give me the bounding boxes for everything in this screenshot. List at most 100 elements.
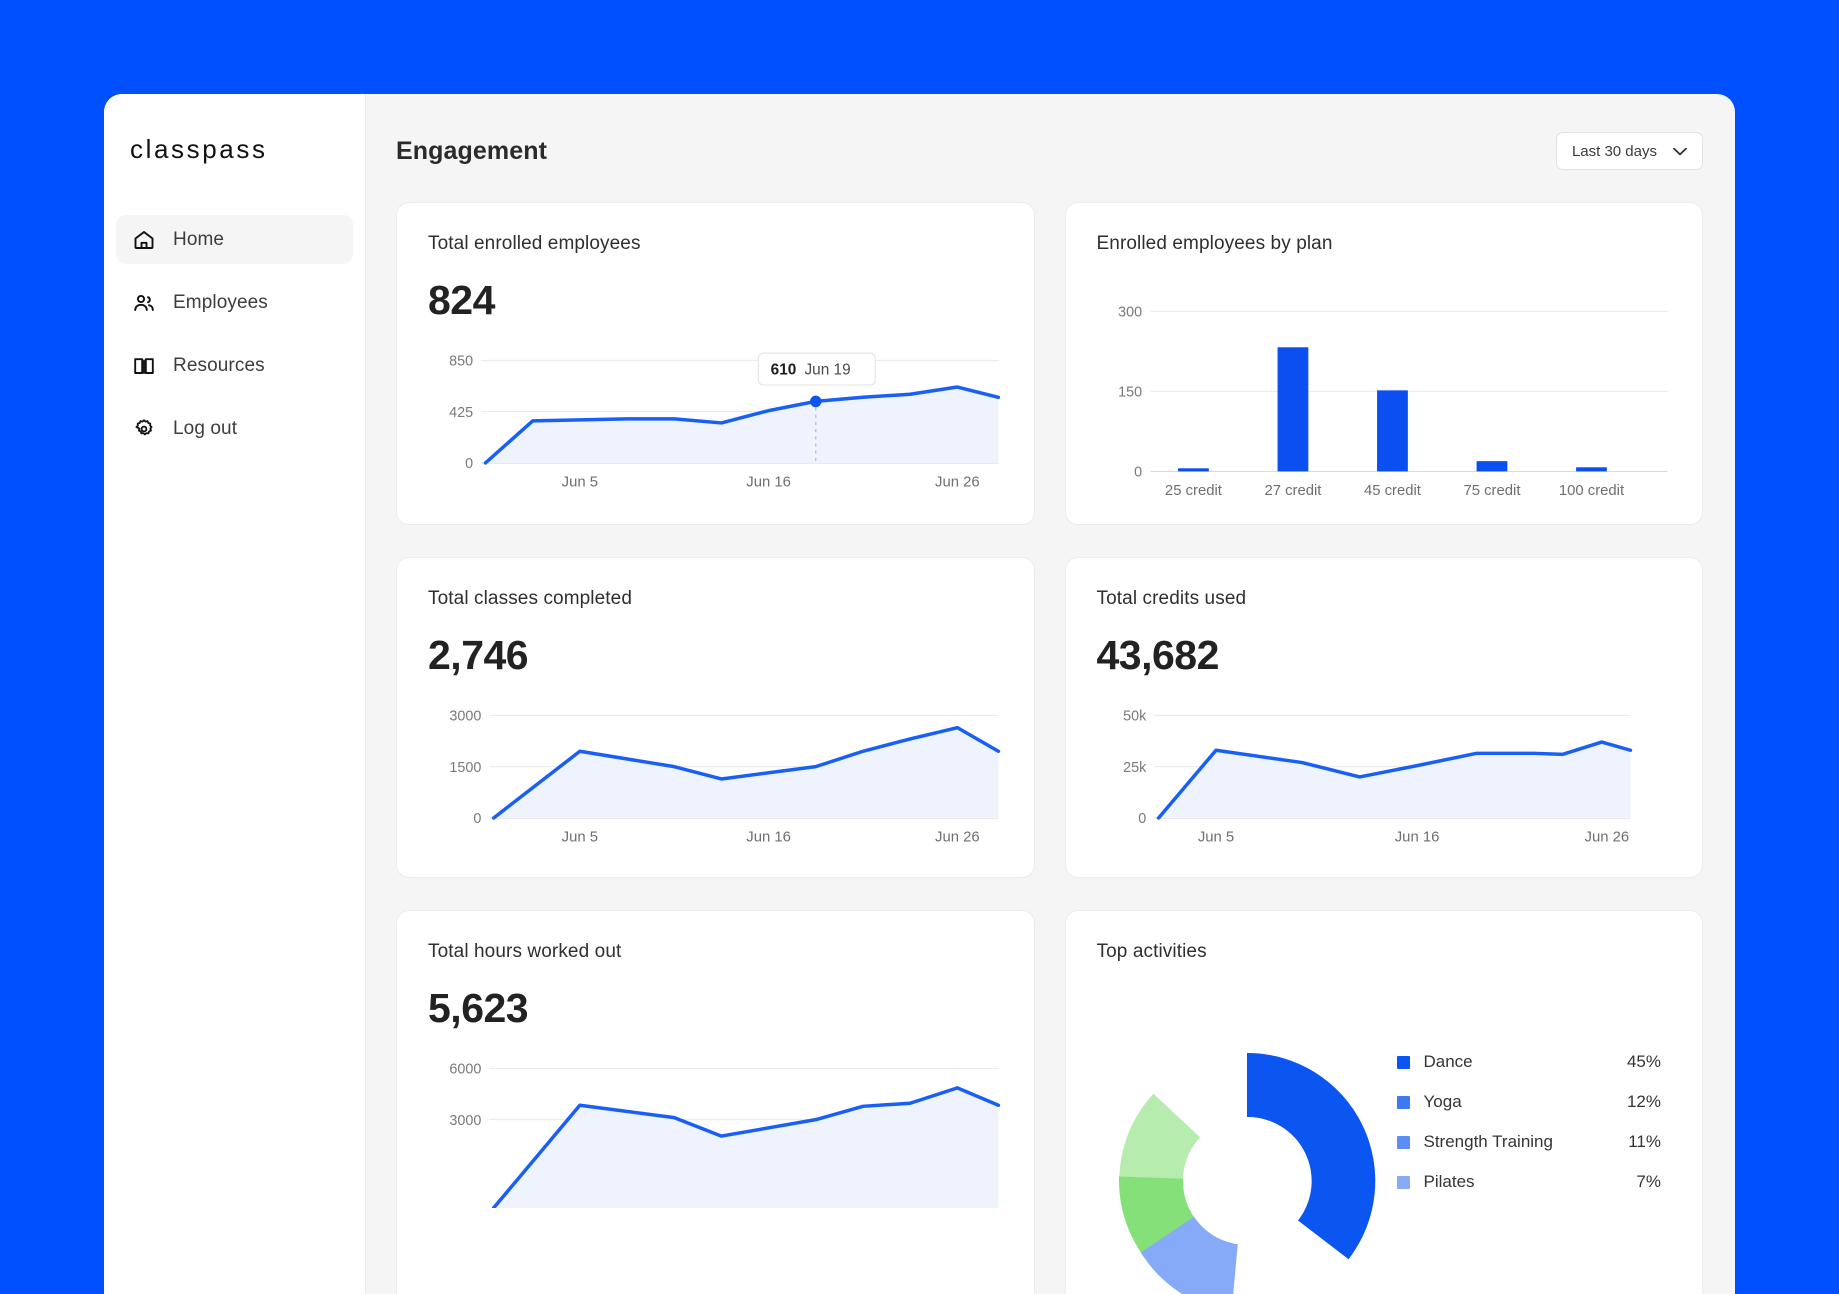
top-activities-body: Dance 45% Yoga 12% Strength Training 11%	[1097, 989, 1672, 1294]
sidebar-item-home[interactable]: Home	[116, 215, 353, 264]
legend-label: Strength Training	[1423, 1132, 1553, 1152]
main-content: Engagement Last 30 days Total enrolled e…	[366, 94, 1735, 1294]
sidebar: classpass Home Employees Resources Log o…	[104, 94, 366, 1294]
legend-item-yoga[interactable]: Yoga 12%	[1396, 1087, 1661, 1117]
sidebar-item-label: Resources	[173, 354, 265, 376]
y-axis-labels: 300 150 0	[1118, 304, 1142, 480]
x-tick: 45 credit	[1363, 483, 1421, 499]
x-axis-labels: 25 credit 27 credit 45 credit 75 credit …	[1164, 483, 1624, 499]
tooltip-value: 610	[771, 362, 797, 379]
y-axis-labels: 6000 3000	[449, 1062, 481, 1129]
people-icon	[132, 291, 156, 315]
sidebar-nav: Home Employees Resources Log out	[104, 215, 365, 453]
sidebar-item-employees[interactable]: Employees	[116, 278, 353, 327]
legend-value: 12%	[1626, 1092, 1661, 1112]
card-title: Total enrolled employees	[428, 233, 641, 254]
chart-total-hours-worked-out: 6000 3000	[428, 1054, 1003, 1208]
tooltip-date: Jun 19	[804, 362, 850, 379]
sidebar-item-label: Employees	[173, 291, 268, 313]
x-axis-labels: Jun 5 Jun 16 Jun 26	[1197, 830, 1628, 846]
y-tick: 0	[1138, 811, 1146, 827]
card-title: Top activities	[1096, 941, 1207, 963]
y-axis-labels: 50k 25k 0	[1123, 709, 1147, 828]
chevron-down-icon	[1673, 147, 1687, 156]
x-tick: Jun 26	[935, 475, 980, 491]
gear-icon	[132, 417, 156, 441]
app-window: classpass Home Employees Resources Log o…	[104, 94, 1735, 1294]
legend-label: Dance	[1423, 1052, 1473, 1072]
y-tick: 50k	[1123, 709, 1147, 725]
card-top-activities: Top activities Dance 45% Yoga 12% Streng…	[1064, 910, 1703, 1294]
y-tick: 425	[449, 405, 473, 421]
chart-enrolled-employees-by-plan: 300 150 0 25 credit 27 credit 45 credit …	[1097, 297, 1672, 502]
home-icon	[132, 228, 156, 252]
chart-total-credits-used: 50k 25k 0 Jun 5 Jun 16 Jun 26	[1097, 701, 1672, 855]
y-tick: 300	[1118, 304, 1142, 320]
date-range-value: Last 30 days	[1571, 142, 1657, 160]
chart-total-enrolled-employees: 850 425 0 610 Jun 19 Jun 5 Jun 16 Jun 26	[428, 346, 1003, 500]
donut-hole	[1182, 1117, 1311, 1246]
x-tick: Jun 16	[746, 475, 791, 491]
legend-value: 45%	[1626, 1052, 1661, 1072]
legend-swatch	[1396, 1095, 1410, 1109]
area-chart-svg: 50k 25k 0 Jun 5 Jun 16 Jun 26	[1123, 709, 1632, 846]
legend-value: 11%	[1628, 1132, 1661, 1152]
donut-chart-svg	[1118, 1053, 1375, 1294]
bar	[1376, 390, 1408, 472]
donut-chart	[1097, 989, 1397, 1294]
y-tick: 25k	[1123, 760, 1147, 776]
x-tick: Jun 16	[746, 830, 791, 846]
bar-chart-svg: 300 150 0 25 credit 27 credit 45 credit …	[1118, 304, 1667, 499]
y-axis-labels: 850 425 0	[449, 353, 473, 472]
x-tick: 100 credit	[1558, 483, 1624, 499]
card-total-hours-worked-out: Total hours worked out 5,623 6000 3000	[396, 910, 1035, 1294]
chart-tooltip: 610 Jun 19	[757, 352, 876, 386]
legend-item-dance[interactable]: Dance 45%	[1396, 1047, 1661, 1077]
legend-value: 7%	[1636, 1172, 1661, 1192]
card-total-classes-completed: Total classes completed 2,746 3000 1500 …	[396, 557, 1035, 879]
chart-total-classes-completed: 3000 1500 0 Jun 5 Jun 16 Jun 26	[428, 701, 1003, 855]
y-tick: 6000	[449, 1062, 481, 1078]
x-tick: Jun 16	[1394, 830, 1439, 846]
x-axis-labels: Jun 5 Jun 16 Jun 26	[562, 830, 980, 846]
legend-item-strength-training[interactable]: Strength Training 11%	[1396, 1127, 1661, 1157]
top-bar: Engagement Last 30 days	[366, 94, 1735, 170]
card-title: Total hours worked out	[428, 941, 622, 963]
x-tick: Jun 5	[562, 475, 598, 491]
sidebar-item-label: Home	[173, 228, 225, 250]
y-tick: 3000	[449, 709, 481, 725]
bar	[1177, 468, 1209, 472]
x-tick: Jun 26	[935, 830, 980, 846]
date-range-selector[interactable]: Last 30 days	[1555, 132, 1703, 170]
area-fill	[485, 387, 999, 463]
y-tick: 0	[473, 811, 481, 827]
y-axis-labels: 3000 1500 0	[449, 709, 481, 828]
card-title: Total classes completed	[428, 588, 633, 610]
page-title: Engagement	[396, 136, 548, 165]
bars	[1177, 347, 1607, 472]
bar	[1476, 461, 1507, 472]
area-fill	[493, 727, 999, 819]
area-chart-svg: 6000 3000	[449, 1062, 1001, 1208]
card-total-enrolled-employees: Total enrolled employees 824 850 425 0 6…	[396, 202, 1035, 526]
sidebar-item-log-out[interactable]: Log out	[116, 404, 353, 453]
brand-logo: classpass	[130, 134, 268, 164]
x-tick: 27 credit	[1264, 483, 1322, 499]
metric-value: 824	[428, 277, 495, 323]
area-chart-svg: 3000 1500 0 Jun 5 Jun 16 Jun 26	[449, 709, 1001, 846]
metric-value: 5,623	[428, 985, 529, 1032]
legend-swatch	[1396, 1135, 1410, 1149]
legend-label: Pilates	[1423, 1172, 1475, 1192]
legend-item-pilates[interactable]: Pilates 7%	[1396, 1167, 1661, 1197]
y-axis-gridlines	[1149, 310, 1667, 472]
sidebar-item-resources[interactable]: Resources	[116, 341, 353, 390]
x-axis-labels: Jun 5 Jun 16 Jun 26	[562, 475, 980, 491]
y-tick: 150	[1118, 385, 1142, 401]
x-tick: Jun 26	[1584, 830, 1629, 846]
highlighted-data-point[interactable]	[810, 395, 822, 408]
x-tick: 75 credit	[1463, 483, 1521, 499]
legend-swatch	[1396, 1055, 1410, 1069]
y-tick: 850	[449, 353, 473, 369]
card-enrolled-employees-by-plan: Enrolled employees by plan 300 150 0 25 …	[1064, 202, 1703, 526]
metric-value: 2,746	[428, 632, 529, 679]
